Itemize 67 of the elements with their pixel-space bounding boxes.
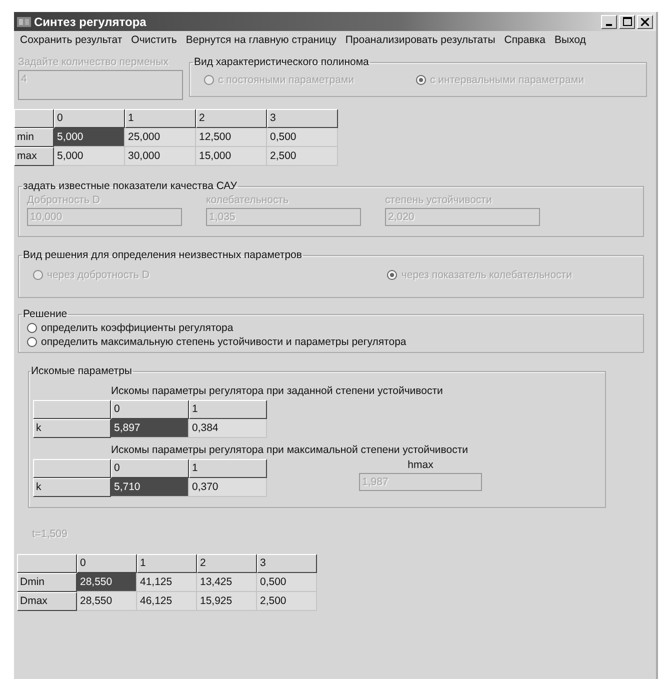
group-title: задать известные показатели качества САУ <box>22 180 238 192</box>
table-cell[interactable]: 15,925 <box>197 592 257 611</box>
row-header: min <box>14 128 54 147</box>
table-cell[interactable]: 25,000 <box>125 128 196 147</box>
column-header: 1 <box>125 109 196 128</box>
row-header: Dmax <box>17 592 77 611</box>
column-header: 0 <box>111 459 189 478</box>
table-cell[interactable]: 5,000 <box>54 147 125 166</box>
group-title: Искомые параметры <box>30 365 133 377</box>
app-icon <box>17 16 31 28</box>
table-cell[interactable]: 28,550 <box>77 573 137 592</box>
option-label: определить коэффициенты регулятора <box>41 322 234 334</box>
table-cell[interactable]: 0,500 <box>257 573 317 592</box>
close-button[interactable] <box>637 14 653 28</box>
menu-item[interactable]: Очистить <box>131 34 177 46</box>
column-header: 2 <box>196 109 267 128</box>
table-cell[interactable]: 15,000 <box>196 147 267 166</box>
header-cell <box>17 554 77 573</box>
close-icon <box>641 18 649 26</box>
table-cell[interactable]: 28,550 <box>77 592 137 611</box>
menu-item[interactable]: Проанализировать результаты <box>345 34 496 46</box>
group-title: Решение <box>22 308 68 320</box>
maximize-icon <box>622 17 632 26</box>
group-title: Вид характеристического полинома <box>193 56 370 68</box>
table-cell[interactable]: 2,500 <box>267 147 338 166</box>
column-header: 2 <box>197 554 257 573</box>
column-header: 0 <box>111 400 189 419</box>
column-header: 1 <box>189 400 267 419</box>
column-header: 1 <box>137 554 197 573</box>
table-cell[interactable]: 2,500 <box>257 592 317 611</box>
radio-option[interactable]: определить коэффициенты регулятора <box>27 322 637 334</box>
menu-item[interactable]: Справка <box>504 34 546 46</box>
option-label: определить максимальную степень устойчивости и параметры регулятора <box>41 336 406 348</box>
column-header: 3 <box>267 109 338 128</box>
table-cell[interactable]: 0,384 <box>189 419 267 438</box>
table-cell[interactable]: 12,500 <box>196 128 267 147</box>
column-header: 1 <box>189 459 267 478</box>
table-cell[interactable]: 46,125 <box>137 592 197 611</box>
radio-button[interactable] <box>27 323 37 333</box>
table-cell[interactable]: 0,370 <box>189 478 267 497</box>
column-header: 0 <box>54 109 125 128</box>
radio-option[interactable]: определить максимальную степень устойчивости и параметры регулятора <box>27 336 637 348</box>
row-header: k <box>33 419 111 438</box>
table-cell[interactable]: 0,500 <box>267 128 338 147</box>
maximize-button[interactable] <box>619 14 635 28</box>
field-label: hmax <box>408 459 434 471</box>
menu-item[interactable]: Вернутся на главную страницу <box>186 34 336 46</box>
column-header: 3 <box>257 554 317 573</box>
table-cell[interactable]: 13,425 <box>197 573 257 592</box>
table-cell[interactable]: 41,125 <box>137 573 197 592</box>
table-caption: Искомы параметры регулятора при максимальной степени устойчивости <box>111 444 468 456</box>
menu-item[interactable]: Выход <box>554 34 586 46</box>
radio-button[interactable] <box>27 337 37 347</box>
row-header: Dmin <box>17 573 77 592</box>
table-caption: Искомы параметры регулятора при заданной степени устойчивости <box>111 385 443 397</box>
table-cell[interactable]: 5,897 <box>111 419 189 438</box>
group-title: Вид решения для определения неизвестных параметров <box>22 249 303 261</box>
row-header: k <box>33 478 111 497</box>
minimize-icon <box>606 24 612 26</box>
table-cell[interactable]: 5,710 <box>111 478 189 497</box>
table-cell[interactable]: 5,000 <box>54 128 125 147</box>
minimize-button[interactable] <box>601 14 617 28</box>
window-title: Синтез регулятора <box>34 14 148 28</box>
menu-item[interactable]: Сохранить результат <box>20 34 122 46</box>
table-cell[interactable]: 30,000 <box>125 147 196 166</box>
column-header: 0 <box>77 554 137 573</box>
row-header: max <box>14 147 54 166</box>
